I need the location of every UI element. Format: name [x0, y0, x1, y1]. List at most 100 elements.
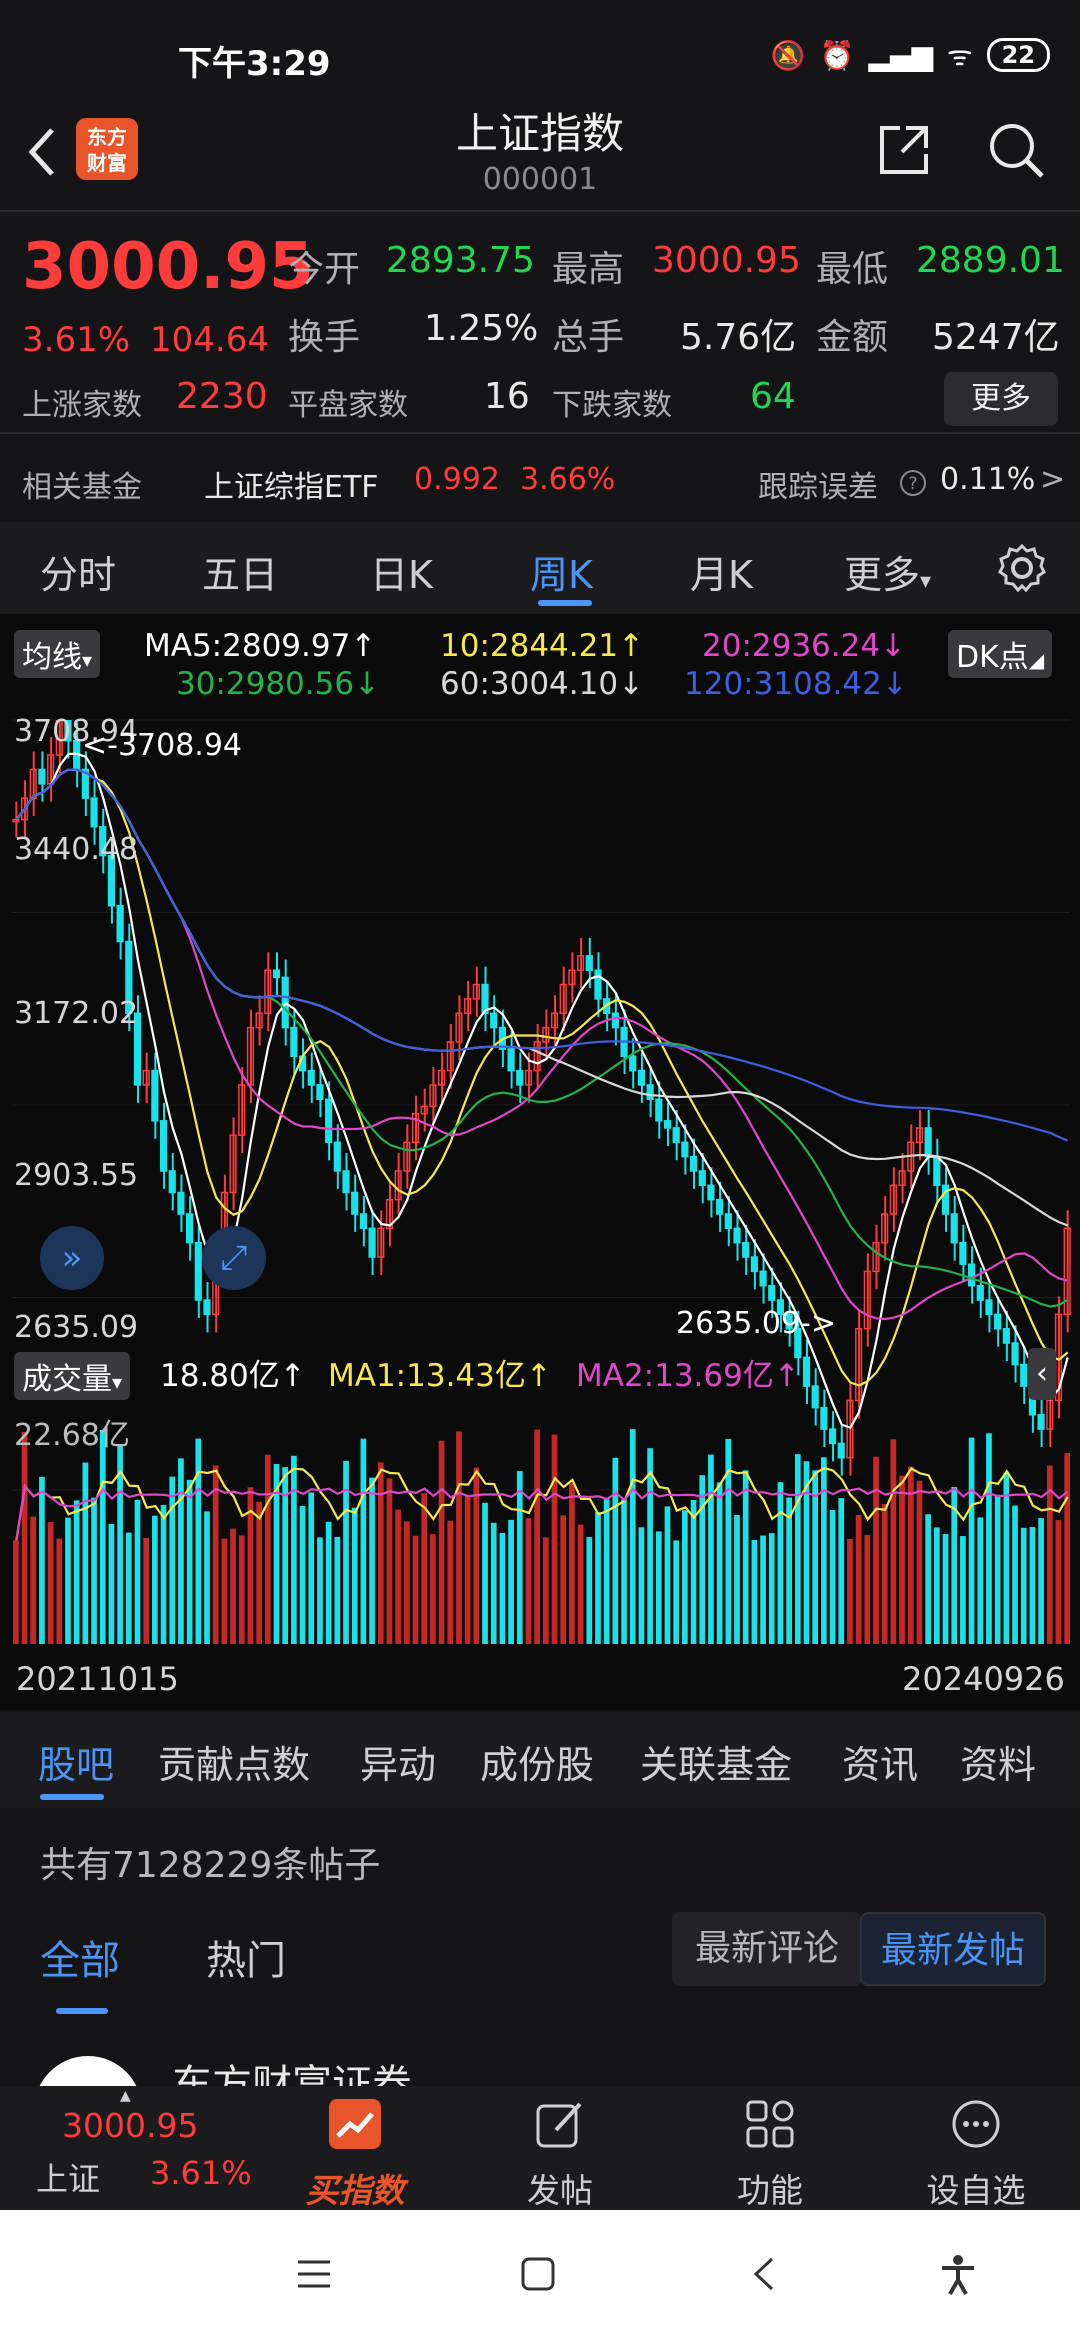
tab-monthly-k[interactable]: 月K	[690, 544, 753, 599]
tab-all[interactable]: 全部	[40, 1928, 120, 1986]
svg-text:?: ?	[908, 474, 917, 494]
tab-hot[interactable]: 热门	[206, 1928, 286, 1986]
fund-name[interactable]: 上证综指ETF	[204, 462, 379, 506]
volume-bar	[968, 1437, 975, 1644]
home-icon[interactable]	[520, 2256, 556, 2292]
tab-related-funds[interactable]: 关联基金	[640, 1734, 792, 1789]
tab-profile[interactable]: 资料	[960, 1734, 1036, 1789]
volume-bar	[291, 1455, 297, 1644]
ma-selector[interactable]: 均线▾	[14, 630, 101, 678]
candle	[933, 1155, 941, 1187]
candle	[333, 1141, 341, 1172]
volume-selector[interactable]: 成交量▾	[14, 1352, 131, 1400]
nav-post[interactable]: 发帖	[490, 2086, 630, 2210]
tab-five-day[interactable]: 五日	[202, 544, 278, 599]
tab-anomaly[interactable]: 异动	[360, 1734, 436, 1789]
candle	[594, 969, 602, 1000]
nav-functions[interactable]: 功能	[700, 2086, 840, 2210]
volume-bar	[369, 1477, 375, 1644]
volume-bar	[768, 1533, 775, 1644]
post-item[interactable]: 东方财富证券	[0, 2028, 1080, 2088]
candle	[1002, 1327, 1010, 1344]
nav-index-quote[interactable]: ▲ 3000.95 上证 3.61%	[0, 2086, 252, 2210]
wifi-icon: ᯤ	[947, 39, 973, 72]
status-time: 下午3:29	[178, 44, 331, 84]
volume-bar	[612, 1457, 619, 1644]
period-tabs: 分时 五日 日K 周K 月K 更多▾	[0, 522, 1080, 614]
latest-post-toggle[interactable]: 最新发帖	[860, 1912, 1046, 1986]
expand-left-icon[interactable]: »	[40, 1226, 104, 1290]
volume-bar	[986, 1433, 992, 1644]
volume-bar	[1038, 1518, 1044, 1644]
related-fund-row[interactable]: 相关基金 上证综指ETF 0.992 3.66% 跟踪误差 ? 0.11% >	[0, 434, 1080, 522]
volume-bar	[360, 1438, 367, 1644]
volume-bar	[447, 1520, 454, 1644]
settings-icon[interactable]	[996, 542, 1048, 594]
help-icon[interactable]: ?	[898, 468, 928, 498]
candle	[1020, 1363, 1028, 1387]
ma30-value: 30:2980.56↓	[176, 666, 381, 702]
tab-news[interactable]: 资讯	[842, 1734, 918, 1789]
turnover-value: 1.25%	[424, 308, 539, 349]
more-button[interactable]: 更多	[944, 372, 1058, 426]
tab-contribution[interactable]: 贡献点数	[158, 1734, 310, 1789]
volume-bar	[377, 1462, 384, 1644]
candle	[759, 1270, 767, 1287]
ma10-line	[15, 768, 1069, 1387]
volume-bar	[47, 1522, 54, 1644]
candle	[186, 1213, 194, 1244]
chevron-right-icon: >	[1040, 462, 1066, 497]
tab-minute[interactable]: 分时	[40, 544, 116, 599]
volume-bar	[73, 1500, 80, 1644]
tab-guba[interactable]: 股吧	[38, 1734, 114, 1789]
search-icon[interactable]	[986, 120, 1046, 180]
price-axis-label: 2903.55	[14, 1158, 139, 1193]
high-label: 最高	[552, 249, 625, 290]
nav-add-favorite[interactable]: 设自选	[906, 2086, 1046, 2210]
kline-chart-area[interactable]: 均线▾ MA5:2809.97↑ 10:2844.21↑ 20:2936.24↓…	[0, 614, 1080, 1710]
volume-bar	[760, 1535, 766, 1644]
candle	[351, 1191, 359, 1215]
back-nav-icon[interactable]	[752, 2256, 776, 2292]
candle	[742, 1241, 750, 1258]
menu-icon[interactable]	[296, 2258, 332, 2290]
alarm-icon: ⏰	[819, 38, 855, 72]
header: 东方 财富 上证指数 000001	[0, 100, 1080, 210]
volume-bar	[230, 1528, 236, 1644]
ma60-value: 60:3004.10↓	[440, 666, 645, 702]
candle	[290, 1026, 298, 1058]
dk-point-button[interactable]: DK点◢	[948, 630, 1053, 678]
volume-bar	[890, 1439, 897, 1644]
low-annotation: 2635.09->	[676, 1306, 837, 1341]
collapse-panel-icon[interactable]: ‹	[1028, 1348, 1056, 1400]
volume-bar	[994, 1494, 1001, 1644]
share-icon[interactable]	[876, 122, 932, 178]
tab-constituents[interactable]: 成份股	[480, 1734, 594, 1789]
low-label: 最低	[816, 249, 889, 290]
volume-bar	[65, 1517, 71, 1644]
candle	[629, 1055, 637, 1072]
candle	[724, 1213, 732, 1230]
nav-buy-index[interactable]: 买指数	[280, 2086, 430, 2210]
volume-chart[interactable]	[0, 1404, 1080, 1644]
candle	[689, 1155, 698, 1172]
volume-bar	[742, 1470, 749, 1644]
amount-label: 金额	[816, 317, 889, 358]
accessibility-icon[interactable]	[940, 2254, 976, 2296]
ma5-line	[15, 752, 1069, 1430]
caret-down-icon: ▾	[920, 569, 932, 594]
forum-section: 共有7128229条帖子 全部 热门 最新评论 最新发帖 东方财富证券	[0, 1808, 1080, 2088]
volume-bar	[847, 1538, 853, 1644]
change-value: 104.64	[150, 320, 269, 360]
fullscreen-icon[interactable]: ⤢	[202, 1226, 266, 1290]
latest-comment-toggle[interactable]: 最新评论	[672, 1912, 862, 1986]
tab-daily-k[interactable]: 日K	[370, 544, 433, 599]
volume-bar	[525, 1518, 532, 1644]
tab-more[interactable]: 更多▾	[844, 544, 931, 599]
candle	[663, 1120, 672, 1129]
volume-bar	[534, 1429, 540, 1644]
candle	[707, 1184, 715, 1201]
volume-bar	[838, 1498, 845, 1644]
tab-weekly-k[interactable]: 周K	[530, 544, 593, 599]
volume-bar	[551, 1434, 558, 1644]
